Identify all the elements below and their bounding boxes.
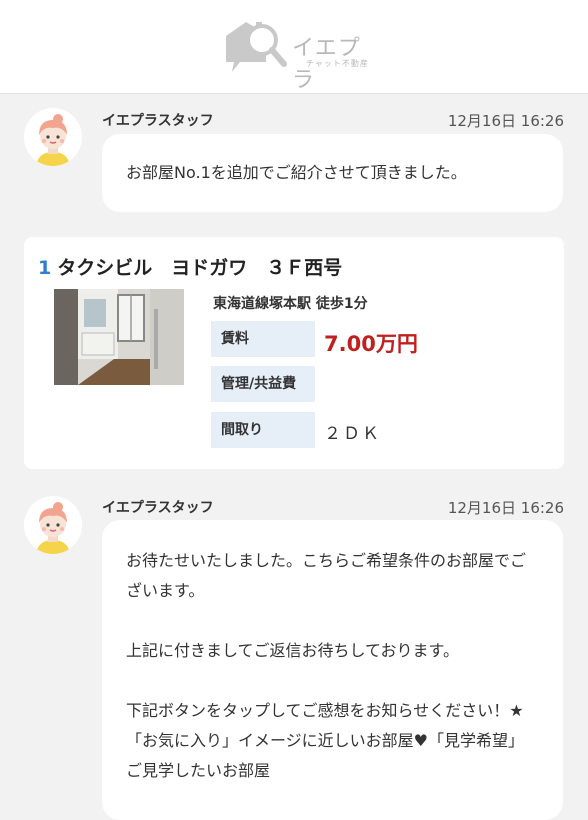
staff-avatar xyxy=(24,108,82,166)
staff-avatar xyxy=(24,496,82,554)
rent-label: 賃料 xyxy=(211,321,315,357)
layout-value: ２ＤＫ xyxy=(324,424,381,444)
property-name: タクシビル ヨドガワ ３Ｆ西号 xyxy=(57,257,343,279)
app-header: イエプラ チャット不動産 xyxy=(0,0,588,94)
property-card[interactable]: 1 タクシビル ヨドガワ ３Ｆ西号 東海道線塚本駅 徒歩1分 賃料 7.00万円 … xyxy=(24,237,564,469)
management-fee-label: 管理/共益費 xyxy=(211,366,315,402)
message-paragraph: 下記ボタンをタップしてご感想をお知らせください！★「お気に入り」イメージに近しい… xyxy=(126,701,525,780)
chat-house-logo-icon xyxy=(226,22,287,72)
rent-value: 7.00万円 xyxy=(324,332,418,356)
message-sender: イエプラスタッフ xyxy=(102,113,214,129)
message-timestamp: 12月16日 16:26 xyxy=(447,112,564,130)
message-text: お部屋No.1を追加でご紹介させて頂きました。 xyxy=(126,163,467,182)
message-spacer xyxy=(126,606,539,636)
staff-avatar-icon xyxy=(24,496,82,554)
message-sender: イエプラスタッフ xyxy=(102,500,214,516)
message-timestamp: 12月16日 16:26 xyxy=(447,499,564,517)
logo-subtext: チャット不動産 xyxy=(306,59,369,68)
property-photo[interactable] xyxy=(54,289,184,385)
message-spacer xyxy=(126,666,539,696)
message-paragraph: 上記に付きましてご返信お待ちしております。 xyxy=(126,641,459,660)
message-bubble: お部屋No.1を追加でご紹介させて頂きました。 xyxy=(102,134,563,212)
property-title[interactable]: 1 タクシビル ヨドガワ ３Ｆ西号 xyxy=(38,253,342,280)
staff-avatar-icon xyxy=(24,108,82,166)
property-number: 1 xyxy=(38,257,52,279)
ieplus-logo[interactable]: イエプラ チャット不動産 xyxy=(222,18,372,93)
message-paragraph: お待たせいたしました。こちらご希望条件のお部屋でございます。 xyxy=(126,551,527,600)
layout-label: 間取り xyxy=(211,412,315,448)
message-bubble: お待たせいたしました。こちらご希望条件のお部屋でございます。 上記に付きましてご… xyxy=(102,520,563,820)
property-station: 東海道線塚本駅 徒歩1分 xyxy=(213,296,368,312)
room-photo-image xyxy=(54,289,184,385)
